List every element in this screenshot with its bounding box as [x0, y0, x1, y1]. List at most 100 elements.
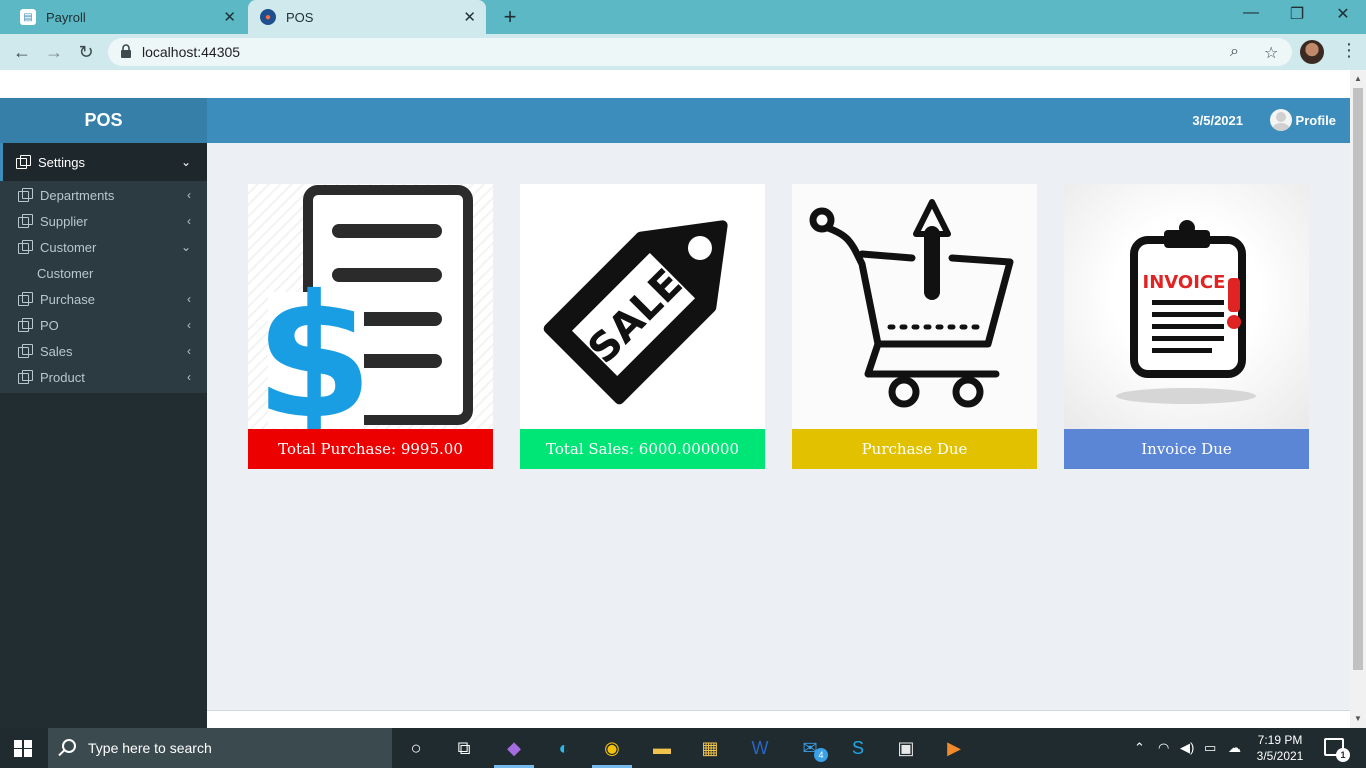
sale-tag-icon: SALE	[520, 184, 765, 429]
card-label: Purchase Due	[792, 429, 1037, 469]
media-player-icon[interactable]: ▶	[942, 736, 966, 760]
forward-icon[interactable]: →	[42, 40, 66, 64]
card-purchase-due[interactable]: Purchase Due	[792, 184, 1037, 469]
sidebar-item-label: Sales	[40, 343, 73, 359]
notification-badge: 1	[1336, 748, 1350, 762]
pos-favicon-icon: ●	[260, 9, 276, 25]
windows-start-icon[interactable]	[14, 740, 32, 757]
tab-title: Payroll	[46, 9, 86, 25]
wifi-icon[interactable]: ◠	[1158, 740, 1169, 756]
page-content: POS 3/5/2021 Profile Settings ⌄ Departme…	[0, 70, 1350, 728]
file-explorer-icon[interactable]: ▬	[650, 736, 674, 760]
copy-icon	[18, 344, 33, 358]
sidebar-item-label: Customer	[40, 239, 97, 255]
zoom-icon[interactable]: ⌕	[1230, 43, 1239, 61]
sidebar-item-supplier[interactable]: Supplier ‹	[0, 208, 207, 234]
volume-icon[interactable]: ◀)	[1180, 740, 1194, 756]
chevron-left-icon: ‹	[187, 188, 191, 202]
header-date: 3/5/2021	[1192, 113, 1243, 128]
copy-icon	[18, 370, 33, 384]
invoice-text: INVOICE	[1143, 272, 1226, 293]
restore-icon[interactable]: ❐	[1282, 4, 1312, 24]
battery-icon[interactable]: ▭	[1204, 740, 1216, 756]
sql-server-icon[interactable]: ▦	[698, 736, 722, 760]
browser-profile-avatar[interactable]	[1300, 40, 1324, 64]
sidebar-item-purchase[interactable]: Purchase ‹	[0, 286, 207, 312]
notification-center-icon[interactable]: 1	[1324, 738, 1350, 762]
chevron-left-icon: ‹	[187, 318, 191, 332]
tab-pos[interactable]: ● POS ✕	[248, 0, 486, 34]
window-close-icon[interactable]: ✕	[1328, 4, 1358, 24]
back-icon[interactable]: ←	[10, 40, 34, 64]
reload-icon[interactable]: ↻	[74, 40, 98, 64]
sidebar-item-label: PO	[40, 317, 59, 333]
sidebar-subitem-label: Customer	[37, 265, 94, 281]
sidebar-item-label: Settings	[38, 154, 85, 170]
copy-icon	[18, 188, 33, 202]
card-total-purchase[interactable]: $ Total Purchase: 9995.00	[248, 184, 493, 469]
tab-payroll[interactable]: ▤ Payroll ✕	[8, 0, 246, 34]
search-placeholder: Type here to search	[88, 740, 212, 756]
minimize-icon[interactable]: —	[1236, 4, 1266, 22]
chevron-down-icon: ⌄	[180, 155, 191, 169]
clock-date: 3/5/2021	[1256, 749, 1304, 763]
sidebar-item-sales[interactable]: Sales ‹	[0, 338, 207, 364]
onedrive-icon[interactable]: ☁	[1228, 740, 1241, 756]
card-invoice-due[interactable]: INVOICE Invoice Due	[1064, 184, 1309, 469]
page-scrollbar[interactable]: ▲ ▼	[1350, 70, 1366, 728]
sidebar-item-po[interactable]: PO ‹	[0, 312, 207, 338]
sidebar-item-departments[interactable]: Departments ‹	[0, 182, 207, 208]
svg-text:$: $	[255, 259, 373, 429]
task-view-icon[interactable]: ⧉	[452, 736, 476, 760]
browser-toolbar: ← → ↻ localhost:44305 ⌕ ☆	[0, 34, 1366, 70]
bookmark-star-icon[interactable]: ☆	[1264, 43, 1278, 63]
sidebar-item-label: Product	[40, 369, 85, 385]
tab-title: POS	[286, 9, 314, 25]
cart-upload-icon	[792, 184, 1037, 429]
chevron-left-icon: ‹	[187, 292, 191, 306]
copy-icon	[18, 292, 33, 306]
url-text: localhost:44305	[142, 44, 241, 60]
chevron-down-icon: ⌄	[180, 240, 191, 254]
profile-link[interactable]: Profile	[1296, 113, 1336, 128]
chrome-icon[interactable]: ◉	[600, 736, 624, 760]
sidebar: Settings ⌄ Departments ‹ Supplier ‹ Cust…	[0, 143, 207, 728]
browser-tab-bar: ▤ Payroll ✕ ● POS ✕ + — ❐ ✕	[0, 0, 1366, 34]
copy-icon	[18, 240, 33, 254]
browser-menu-icon[interactable]: ⋮	[1340, 40, 1358, 61]
store-icon[interactable]: ▣	[894, 736, 918, 760]
taskbar-clock[interactable]: 7:19 PM 3/5/2021	[1254, 732, 1306, 764]
scroll-thumb[interactable]	[1353, 88, 1363, 670]
address-bar[interactable]: localhost:44305 ⌕ ☆	[108, 38, 1292, 66]
tray-chevron-up-icon[interactable]: ⌃	[1134, 740, 1145, 756]
card-label: Total Sales: 6000.000000	[520, 429, 765, 469]
close-tab-icon[interactable]: ✕	[463, 8, 476, 26]
chevron-left-icon: ‹	[187, 344, 191, 358]
cortana-icon[interactable]: ○	[404, 736, 428, 760]
page-footer	[207, 710, 1350, 728]
copy-icon	[18, 318, 33, 332]
word-icon[interactable]: W	[748, 736, 772, 760]
mail-badge: 4	[814, 748, 828, 762]
search-icon	[62, 739, 76, 753]
sidebar-item-label: Supplier	[40, 213, 88, 229]
sidebar-item-product[interactable]: Product ‹	[0, 364, 207, 390]
app-logo[interactable]: POS	[0, 98, 207, 143]
taskbar-search[interactable]: Type here to search	[48, 728, 392, 768]
sidebar-item-settings[interactable]: Settings ⌄	[0, 143, 207, 181]
card-total-sales[interactable]: SALE Total Sales: 6000.000000	[520, 184, 765, 469]
clock-time: 7:19 PM	[1257, 733, 1303, 747]
copy-icon	[18, 214, 33, 228]
skype-icon[interactable]: S	[846, 736, 870, 760]
scroll-down-icon[interactable]: ▼	[1354, 714, 1362, 723]
scroll-up-icon[interactable]: ▲	[1354, 74, 1362, 83]
sidebar-subitem-customer[interactable]: Customer	[0, 260, 207, 286]
sidebar-item-customer[interactable]: Customer ⌄	[0, 234, 207, 260]
user-avatar-icon[interactable]	[1270, 109, 1292, 131]
close-tab-icon[interactable]: ✕	[223, 8, 236, 26]
visual-studio-icon[interactable]: ◆	[502, 736, 526, 760]
new-tab-icon[interactable]: +	[498, 4, 522, 30]
payroll-favicon-icon: ▤	[20, 9, 36, 25]
edge-icon[interactable]: ◐	[552, 736, 576, 760]
card-label: Invoice Due	[1064, 429, 1309, 469]
